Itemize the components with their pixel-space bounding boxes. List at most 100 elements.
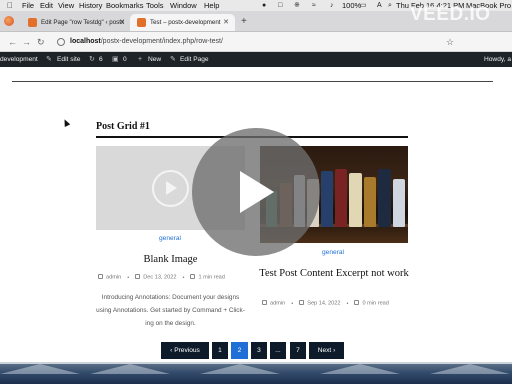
- separator-line: [12, 81, 493, 82]
- pagination-next-button[interactable]: Next ›: [309, 342, 344, 359]
- chevron-right-icon: ›: [331, 347, 336, 354]
- pagination-previous-button[interactable]: ‹ Previous: [161, 342, 209, 359]
- battery-icon[interactable]: ▭: [360, 0, 367, 11]
- url-field[interactable]: localhost/postx-development/index.php/ro…: [52, 35, 462, 49]
- menu-file[interactable]: File: [22, 0, 34, 11]
- clock-icon: [354, 300, 360, 305]
- post-author[interactable]: admin: [106, 275, 121, 281]
- menu-bookmarks[interactable]: Bookmarks: [106, 0, 144, 11]
- menu-edit[interactable]: Edit: [40, 0, 53, 11]
- menu-help[interactable]: Help: [204, 0, 219, 11]
- post-date: Sep 14, 2022: [307, 300, 341, 307]
- screen-record-icon[interactable]: ●: [262, 0, 266, 11]
- post-excerpt: Introducing Annotations: Document your d…: [96, 294, 245, 327]
- meta-separator: •: [182, 274, 185, 281]
- tab-edit-page[interactable]: Edit Page "row Testdg" ‹ postx ✕: [21, 14, 131, 31]
- mountain-ridge: [90, 364, 170, 374]
- post-meta: admin • Sep 14, 2022 • 0 min read: [262, 300, 389, 307]
- admin-bar-new[interactable]: New: [148, 52, 161, 67]
- close-icon[interactable]: ✕: [119, 14, 125, 31]
- menu-history[interactable]: History: [79, 0, 102, 11]
- wordpress-favicon-icon: [28, 18, 37, 27]
- pagination-ellipsis: ...: [270, 342, 286, 359]
- updates-icon: ↻: [89, 56, 95, 63]
- category-link[interactable]: general: [322, 249, 344, 256]
- pagination-page-2-current[interactable]: 2: [231, 342, 248, 359]
- video-play-button[interactable]: [192, 128, 320, 256]
- clock-icon: [190, 274, 196, 279]
- mouse-cursor-icon: [61, 118, 71, 127]
- next-label: Next: [317, 347, 332, 354]
- tab-title: Test – postx-development: [150, 19, 221, 26]
- admin-bar-site-name[interactable]: development: [0, 52, 38, 67]
- site-info-icon[interactable]: [57, 38, 65, 46]
- brush-icon: ✎: [46, 56, 52, 63]
- post-author[interactable]: admin: [270, 301, 285, 307]
- mountain-ridge: [430, 364, 510, 374]
- reload-icon[interactable]: ↻: [37, 36, 45, 48]
- sound-icon[interactable]: ♪: [330, 0, 334, 11]
- bottle: [349, 173, 362, 227]
- new-tab-plus-icon[interactable]: +: [241, 14, 247, 30]
- bookmark-star-icon[interactable]: ☆: [446, 35, 454, 49]
- browser-icon: [4, 16, 14, 26]
- bottle: [393, 179, 405, 227]
- admin-bar-edit-site[interactable]: Edit site: [57, 52, 80, 67]
- plus-icon: +: [138, 56, 143, 63]
- pagination-page-7[interactable]: 7: [290, 342, 306, 359]
- address-bar: ← → ↻ localhost/postx-development/index.…: [0, 32, 512, 52]
- post-read-time: 0 min read: [362, 300, 389, 307]
- desktop-wallpaper: [0, 364, 512, 384]
- battery-percent: 100%: [342, 1, 362, 10]
- video-play-icon: [166, 181, 177, 195]
- admin-bar-edit-page[interactable]: Edit Page: [180, 52, 209, 67]
- category-link[interactable]: general: [159, 235, 181, 242]
- menu-tools[interactable]: Tools: [146, 0, 164, 11]
- previous-label: Previous: [174, 347, 200, 354]
- mountain-ridge: [320, 364, 400, 374]
- pencil-icon: ✎: [170, 56, 176, 63]
- url-host: localhost: [70, 38, 101, 45]
- meta-separator: •: [127, 274, 130, 281]
- calendar-icon: [299, 300, 305, 305]
- wp-admin-bar: development ✎ Edit site ↻ 6 ▣ 0 + New ✎ …: [0, 52, 512, 67]
- bottle: [378, 169, 391, 227]
- search-icon[interactable]: ⌕: [388, 0, 392, 11]
- pagination-page-1[interactable]: 1: [212, 342, 228, 359]
- forward-arrow-icon[interactable]: →: [22, 36, 31, 48]
- meta-separator: •: [346, 300, 349, 307]
- admin-bar-updates-count[interactable]: 6: [99, 52, 103, 67]
- veed-watermark: VEED.IO: [410, 4, 491, 25]
- admin-bar-comments-count[interactable]: 0: [123, 52, 127, 67]
- user-icon: [262, 300, 267, 305]
- post-read-time: 1 min read: [198, 274, 225, 281]
- menu-view[interactable]: View: [58, 0, 74, 11]
- post-title-link[interactable]: Blank Image: [96, 253, 245, 266]
- post-grid-heading: Post Grid #1: [96, 121, 150, 132]
- tab-title: Edit Page "row Testdg" ‹ postx: [41, 19, 125, 26]
- pagination-page-3[interactable]: 3: [251, 342, 267, 359]
- post-title-link[interactable]: Test Post Content Excerpt not work: [258, 267, 410, 280]
- mountain-ridge: [0, 364, 80, 374]
- comments-icon: ▣: [112, 56, 119, 63]
- post-meta: admin • Dec 13, 2022 • 1 min read: [98, 274, 225, 281]
- close-icon[interactable]: ✕: [223, 14, 229, 31]
- bottle: [321, 171, 333, 227]
- post-date: Dec 13, 2022: [143, 274, 177, 281]
- bluetooth-icon[interactable]: ※: [294, 0, 300, 11]
- user-icon: [98, 274, 103, 279]
- menu-window[interactable]: Window: [170, 0, 197, 11]
- bottle: [335, 169, 347, 227]
- play-icon: [240, 171, 274, 213]
- url-path: /postx-development/index.php/row-test/: [100, 38, 223, 45]
- calendar-icon: [135, 274, 141, 279]
- apple-logo-icon[interactable]: : [7, 0, 13, 11]
- wifi-icon[interactable]: ≈: [312, 0, 316, 11]
- tab-test-page[interactable]: Test – postx-development ✕: [130, 14, 235, 31]
- mountain-ridge: [200, 364, 280, 374]
- bottle: [364, 177, 376, 227]
- admin-bar-howdy[interactable]: Howdy, a: [484, 52, 511, 67]
- camera-icon[interactable]: □: [278, 0, 282, 11]
- input-source-icon[interactable]: A: [377, 0, 382, 11]
- back-arrow-icon[interactable]: ←: [8, 36, 17, 48]
